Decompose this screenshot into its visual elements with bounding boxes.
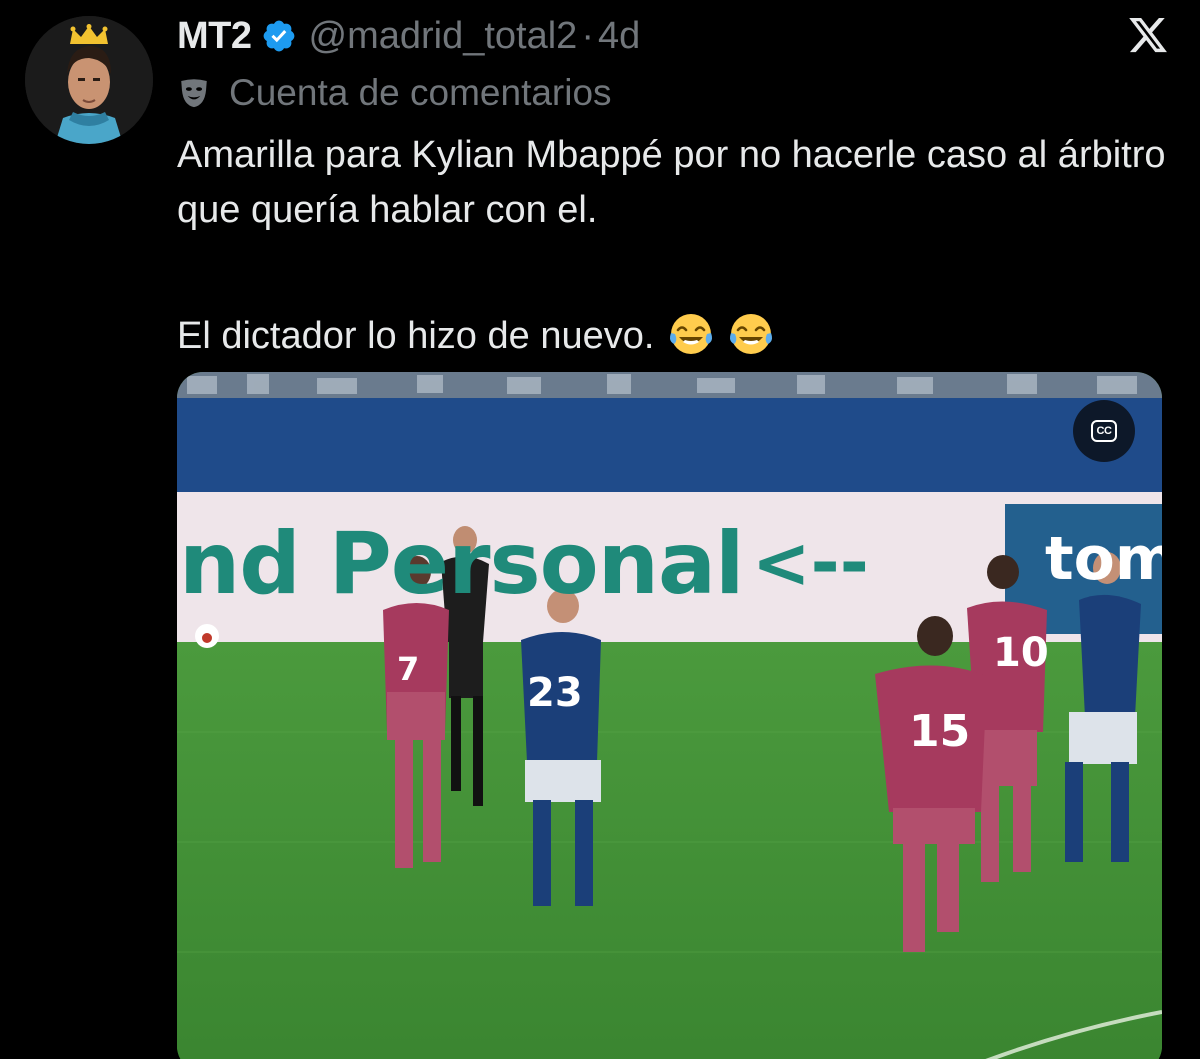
tweet-paragraph-2: El dictador lo hizo de nuevo. [177, 309, 1187, 364]
jersey-number: 10 [993, 630, 1049, 676]
tweet-paragraph-2-text: El dictador lo hizo de nuevo. [177, 315, 655, 357]
comedy-mask-icon [181, 79, 207, 108]
tweet-paragraph-1: Amarilla para Kylian Mbappé por no hacer… [177, 134, 1166, 231]
video-banner-text: nd Personal [179, 514, 745, 614]
jersey-number: 7 [397, 650, 420, 688]
face-with-tears-of-joy-icon [670, 313, 713, 354]
face-with-tears-of-joy-icon [730, 313, 773, 354]
tweet-timestamp[interactable]: 4d [598, 15, 640, 58]
author-display-name[interactable]: MT2 [177, 15, 252, 58]
community-context[interactable]: Cuenta de comentarios [177, 72, 612, 114]
x-logo-icon[interactable] [1127, 14, 1169, 56]
tweet-video[interactable]: nd Personal <-- tom 7 23 10 15 [177, 372, 1162, 1059]
separator-dot: · [581, 14, 594, 57]
video-banner-right-text: tom [1045, 524, 1162, 594]
closed-captions-button[interactable]: CC [1073, 400, 1135, 462]
emoji-group [666, 309, 776, 359]
tweet-body: Amarilla para Kylian Mbappé por no hacer… [177, 128, 1187, 364]
avatar-crown-icon [70, 24, 108, 44]
verified-badge-icon[interactable] [261, 18, 297, 54]
jersey-number: 15 [909, 706, 971, 757]
closed-captions-icon: CC [1091, 420, 1117, 442]
community-label[interactable]: Cuenta de comentarios [229, 72, 612, 114]
tweet-header: MT2 @madrid_total2 · 4d [177, 10, 640, 62]
author-handle[interactable]: @madrid_total2 [309, 15, 578, 58]
jersey-number: 23 [527, 670, 583, 716]
author-avatar[interactable] [25, 16, 153, 144]
video-banner-arrow: <-- [752, 522, 869, 604]
